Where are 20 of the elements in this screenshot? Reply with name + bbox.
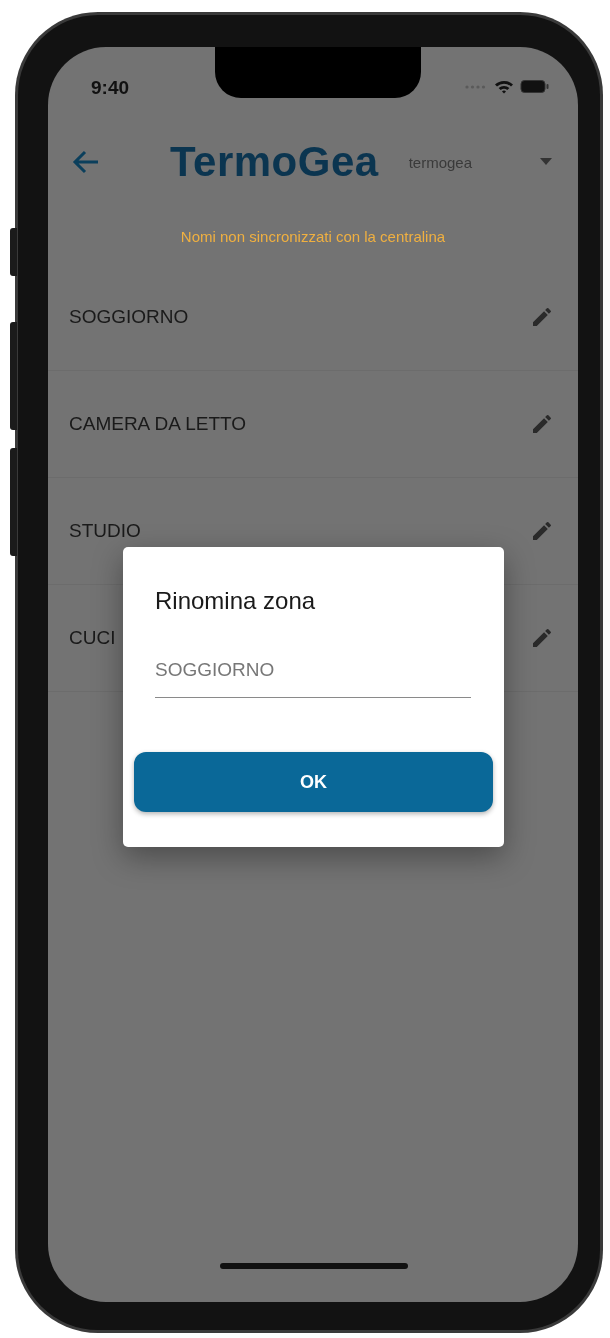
logo: TermoGea xyxy=(170,138,379,186)
input-field[interactable]: SOGGIORNO xyxy=(155,651,471,698)
edit-icon[interactable] xyxy=(530,412,554,436)
battery-icon xyxy=(520,79,550,94)
edit-icon[interactable] xyxy=(530,519,554,543)
edit-icon[interactable] xyxy=(530,305,554,329)
wifi-icon xyxy=(494,79,514,94)
zone-name[interactable]: SOGGIORNO xyxy=(69,306,189,328)
zone-name[interactable]: STUDIO xyxy=(69,520,141,542)
caret-icon[interactable] xyxy=(540,158,552,166)
back-arrow-icon[interactable] xyxy=(72,150,100,174)
status-time: 9:40 xyxy=(91,76,130,99)
account-name[interactable]: termogea xyxy=(408,153,472,171)
zone-name[interactable]: CUCI xyxy=(69,627,116,649)
ok-button[interactable]: OK xyxy=(134,752,493,812)
edit-icon[interactable] xyxy=(530,626,554,650)
zone-name[interactable]: CAMERA DA LETTO xyxy=(69,413,247,435)
signal-icon xyxy=(464,83,486,90)
warning-message: Nomi non sincronizzati con la centralina xyxy=(179,227,447,247)
dialog-title: Rinomina zona xyxy=(155,587,317,615)
